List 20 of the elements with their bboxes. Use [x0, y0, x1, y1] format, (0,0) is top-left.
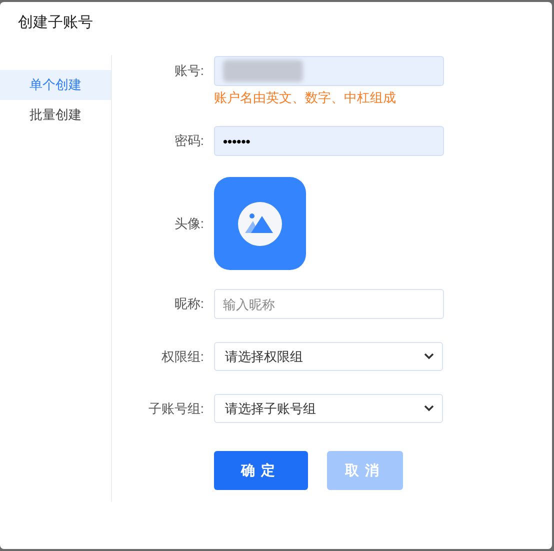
dialog-title: 创建子账号 [18, 12, 93, 33]
field-label: 账号: [174, 62, 204, 80]
field-label: 头像: [174, 214, 204, 233]
hint-text: 账户名由英文、数字、中杠组成 [214, 89, 397, 107]
confirm-button[interactable]: 确定 [214, 451, 308, 490]
select-field[interactable]: 请选择子账号组 [214, 394, 443, 423]
field-label: 密码: [174, 132, 204, 150]
chevron-down-icon [424, 405, 434, 412]
sidebar-item[interactable]: 批量创建 [0, 100, 111, 130]
field-label: 权限组: [161, 348, 204, 366]
text-field[interactable]: 输入昵称 [214, 289, 444, 319]
image-icon [237, 200, 283, 246]
sidebar-item[interactable]: 单个创建 [0, 70, 111, 100]
field-label: 昵称: [174, 295, 204, 314]
text-field[interactable]: •••••• [214, 126, 444, 156]
avatar-upload[interactable] [214, 177, 306, 270]
select-field[interactable]: 请选择权限组 [214, 342, 443, 371]
field-label: 子账号组: [148, 400, 204, 418]
account-field[interactable] [214, 56, 444, 86]
chevron-down-icon [424, 353, 434, 360]
